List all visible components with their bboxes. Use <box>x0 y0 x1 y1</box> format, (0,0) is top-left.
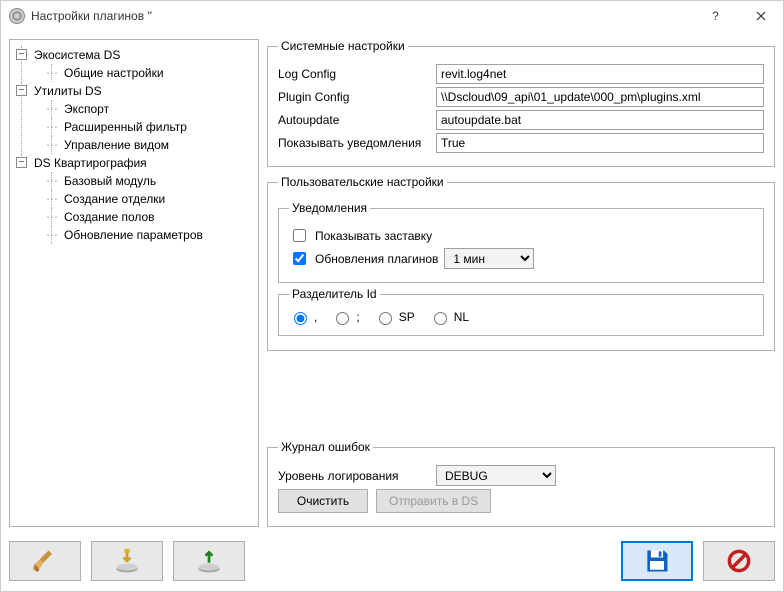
system-settings-group: Системные настройки Log Config Plugin Co… <box>267 39 775 167</box>
send-ds-button[interactable]: Отправить в DS <box>376 489 491 513</box>
right-pane: Системные настройки Log Config Plugin Co… <box>267 39 775 527</box>
app-icon <box>9 8 25 24</box>
autoupdate-input[interactable] <box>436 110 764 130</box>
shownotif-input[interactable] <box>436 133 764 153</box>
window-title: Настройки плагинов '' <box>31 9 152 23</box>
pluginconfig-input[interactable] <box>436 87 764 107</box>
sep-radio-semicolon[interactable]: ; <box>331 309 359 325</box>
system-settings-legend: Системные настройки <box>278 39 408 53</box>
tree-node-label[interactable]: Экосистема DS <box>34 48 120 62</box>
update-interval-select[interactable]: 1 мин <box>444 248 534 269</box>
plugin-updates-checkbox[interactable] <box>293 252 306 265</box>
settings-tree[interactable]: − Экосистема DS ⋯Общие настройки − Утили… <box>10 46 258 244</box>
sep-radio-sp[interactable]: SP <box>374 309 415 325</box>
sep-radio-nl[interactable]: NL <box>429 309 469 325</box>
tree-toggle[interactable]: − <box>16 85 27 96</box>
forbidden-icon <box>725 547 753 575</box>
tree-leaf-label[interactable]: Создание отделки <box>64 192 165 206</box>
tree-leaf-label[interactable]: Базовый модуль <box>64 174 156 188</box>
notifications-legend: Уведомления <box>289 201 370 215</box>
pluginconfig-label: Plugin Config <box>278 90 428 104</box>
logconfig-input[interactable] <box>436 64 764 84</box>
tree-node-label[interactable]: DS Квартирография <box>34 156 147 170</box>
tree-toggle[interactable]: − <box>16 49 27 60</box>
tree-leaf-label[interactable]: Обновление параметров <box>64 228 203 242</box>
loglevel-label: Уровень логирования <box>278 469 428 483</box>
logconfig-label: Log Config <box>278 67 428 81</box>
export-button[interactable] <box>173 541 245 581</box>
save-button[interactable] <box>621 541 693 581</box>
loglevel-select[interactable]: DEBUG <box>436 465 556 486</box>
tree-node-label[interactable]: Утилиты DS <box>34 84 102 98</box>
import-button[interactable] <box>91 541 163 581</box>
separator-group: Разделитель Id , ; SP NL <box>278 287 764 336</box>
help-button[interactable]: ? <box>693 1 738 31</box>
tree-leaf-label[interactable]: Управление видом <box>64 138 169 152</box>
tree-pane: − Экосистема DS ⋯Общие настройки − Утили… <box>9 39 259 527</box>
show-splash-label: Показывать заставку <box>315 229 432 243</box>
titlebar: Настройки плагинов '' ? <box>1 1 783 31</box>
show-splash-checkbox[interactable] <box>293 229 306 242</box>
notifications-group: Уведомления Показывать заставку Обновлен… <box>278 201 764 283</box>
broom-button[interactable] <box>9 541 81 581</box>
separator-legend: Разделитель Id <box>289 287 380 301</box>
user-settings-legend: Пользовательские настройки <box>278 175 447 189</box>
plugin-updates-label: Обновления плагинов <box>315 252 438 266</box>
tree-leaf-label[interactable]: Экспорт <box>64 102 109 116</box>
footer <box>1 535 783 591</box>
cancel-button[interactable] <box>703 541 775 581</box>
autoupdate-label: Autoupdate <box>278 113 428 127</box>
tree-leaf-label[interactable]: Общие настройки <box>64 66 164 80</box>
tree-leaf-label[interactable]: Расширенный фильтр <box>64 120 187 134</box>
close-button[interactable] <box>738 1 783 31</box>
sep-radio-comma[interactable]: , <box>289 309 317 325</box>
tree-leaf-label[interactable]: Создание полов <box>64 210 155 224</box>
user-settings-group: Пользовательские настройки Уведомления П… <box>267 175 775 351</box>
error-log-group: Журнал ошибок Уровень логирования DEBUG … <box>267 440 775 527</box>
tree-toggle[interactable]: − <box>16 157 27 168</box>
shownotif-label: Показывать уведомления <box>278 136 428 150</box>
save-icon <box>643 547 671 575</box>
error-log-legend: Журнал ошибок <box>278 440 373 454</box>
clear-log-button[interactable]: Очистить <box>278 489 368 513</box>
